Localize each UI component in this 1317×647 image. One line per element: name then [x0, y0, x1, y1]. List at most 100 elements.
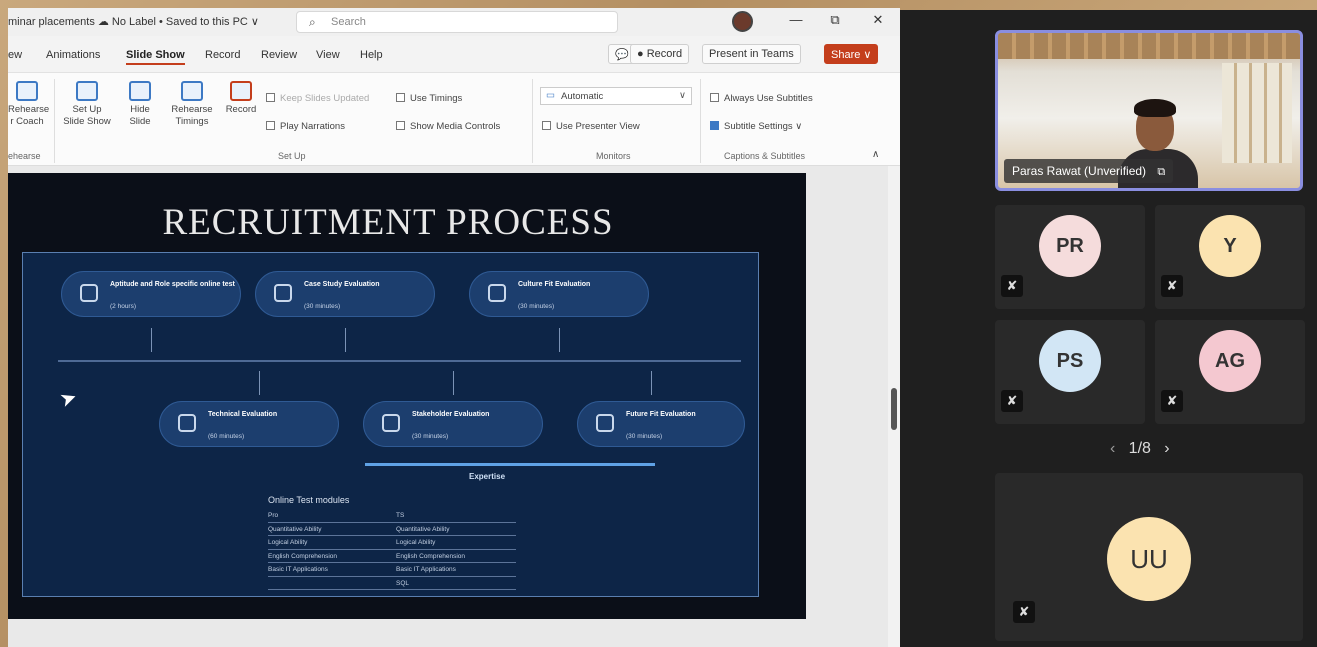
stage-duration: (30 minutes) — [518, 303, 555, 310]
record-slideshow-button[interactable]: Record — [220, 81, 262, 116]
table-cell: English Comprehension — [396, 552, 466, 560]
rehearse-icon — [16, 81, 38, 101]
hide-slide-button[interactable]: Hide Slide — [120, 81, 160, 128]
use-timings-checkbox[interactable]: Use Timings — [396, 93, 462, 104]
stage-title: Stakeholder Evaluation — [412, 411, 490, 418]
powerpoint-window: minar placements ☁ No Label • Saved to t… — [8, 8, 900, 647]
connector-line — [651, 371, 652, 395]
tab-view[interactable]: View — [316, 49, 340, 61]
rehearse-timings-button[interactable]: Rehearse Timings — [168, 81, 216, 128]
target-icon — [596, 414, 614, 432]
tab-view-partial[interactable]: ew — [8, 49, 22, 61]
gallery-pager: ‹ 1/8 › — [1110, 440, 1170, 458]
checkbox-icon — [710, 93, 719, 102]
document-title[interactable]: minar placements ☁ No Label • Saved to t… — [8, 15, 259, 28]
record-icon — [230, 81, 252, 101]
table-cell: TS — [396, 512, 405, 519]
subtitle-settings-label: Subtitle Settings ∨ — [724, 121, 803, 132]
slide-canvas[interactable]: RECRUITMENT PROCESS Aptitude and Role sp… — [8, 173, 806, 619]
stage-case-study: Case Study Evaluation (30 minutes) — [255, 271, 435, 317]
tab-help[interactable]: Help — [360, 49, 383, 61]
show-media-controls-checkbox[interactable]: Show Media Controls — [396, 121, 500, 132]
stage-duration: (30 minutes) — [304, 303, 341, 310]
use-presenter-view-checkbox[interactable]: Use Presenter View — [542, 121, 640, 132]
hide-slide-label: Hide Slide — [129, 104, 151, 127]
present-in-teams-button[interactable]: Present in Teams — [702, 44, 801, 64]
tab-review[interactable]: Review — [261, 49, 297, 61]
close-button[interactable]: ✕ — [868, 12, 888, 28]
table-row: Logical Ability Logical Ability — [268, 536, 516, 550]
always-use-subtitles-checkbox[interactable]: Always Use Subtitles — [710, 93, 813, 104]
tab-record[interactable]: Record — [205, 49, 240, 61]
always-use-subtitles-label: Always Use Subtitles — [724, 93, 813, 104]
setup-slideshow-label: Set Up Slide Show — [63, 104, 111, 127]
tab-slide-show[interactable]: Slide Show — [126, 49, 185, 65]
active-speaker-video[interactable]: Paras Rawat (Unverified) ⧉ — [995, 30, 1303, 191]
stage-title: Aptitude and Role specific online test — [110, 281, 235, 288]
stage-culture-fit: Culture Fit Evaluation (30 minutes) — [469, 271, 649, 317]
avatar: PR — [1039, 215, 1101, 277]
group-label-captions: Captions & Subtitles — [724, 151, 806, 161]
table-cell: English Comprehension — [268, 552, 338, 560]
video-background — [1222, 63, 1292, 163]
stage-title: Future Fit Evaluation — [626, 411, 696, 418]
search-input[interactable]: ⌕ Search — [296, 11, 618, 33]
avatar: AG — [1199, 330, 1261, 392]
chevron-left-icon[interactable]: ‹ — [1110, 440, 1115, 457]
avatar: Y — [1199, 215, 1261, 277]
ribbon-tabs: ew Animations Slide Show Record Review V… — [8, 44, 900, 70]
search-icon: ⌕ — [309, 15, 316, 29]
participant-tile[interactable]: AG ✘ — [1155, 320, 1305, 424]
table-cell: Logical Ability — [396, 539, 436, 546]
subtitle-settings-button[interactable]: Subtitle Settings ∨ — [710, 121, 802, 132]
table-row: Basic IT Applications Basic IT Applicatio… — [268, 563, 516, 577]
expertise-label: Expertise — [469, 472, 506, 481]
chevron-right-icon[interactable]: › — [1164, 440, 1169, 457]
table-cell: Logical Ability — [268, 539, 308, 546]
participant-tile[interactable]: PS ✘ — [995, 320, 1145, 424]
record-button[interactable]: ● Record — [630, 44, 690, 64]
monitor-select[interactable]: ▭ Automatic ∨ — [540, 87, 692, 105]
timeline-line — [58, 360, 741, 362]
restore-button[interactable]: ⧉ — [825, 12, 845, 28]
scrollbar-thumb[interactable] — [891, 388, 897, 430]
participant-tile[interactable]: Y ✘ — [1155, 205, 1305, 309]
play-narrations-checkbox[interactable]: Play Narrations — [266, 121, 345, 132]
stage-aptitude: Aptitude and Role specific online test (… — [61, 271, 241, 317]
people-icon — [80, 284, 98, 302]
page-indicator: 1/8 — [1128, 440, 1151, 457]
minimize-button[interactable]: — — [786, 12, 806, 27]
chart-icon — [274, 284, 292, 302]
group-label-rehearse: ehearse — [8, 151, 41, 161]
tab-animations[interactable]: Animations — [46, 49, 100, 61]
stage-duration: (30 minutes) — [412, 433, 449, 440]
group-label-monitors: Monitors — [596, 151, 631, 161]
setup-slideshow-button[interactable]: Set Up Slide Show — [60, 81, 114, 128]
connector-line — [559, 328, 560, 352]
table-cell: Pro — [268, 512, 279, 519]
table-row: Quantitative Ability Quantitative Ability — [268, 523, 516, 536]
ribbon-separator — [532, 79, 533, 163]
slide-title: RECRUITMENT PROCESS — [162, 202, 614, 243]
mic-off-icon: ✘ — [1013, 601, 1035, 623]
ribbon-separator — [700, 79, 701, 163]
keep-slides-updated-label: Keep Slides Updated — [280, 93, 370, 104]
table-title: Online Test modules — [268, 495, 350, 505]
connector-line — [453, 371, 454, 395]
mic-off-icon: ✘ — [1001, 275, 1023, 297]
participant-tile[interactable]: PR ✘ — [995, 205, 1145, 309]
setup-slideshow-icon — [76, 81, 98, 101]
chevron-down-icon: ∨ — [679, 90, 686, 101]
stage-duration: (2 hours) — [110, 303, 137, 310]
hide-slide-icon — [129, 81, 151, 101]
table-cell: SQL — [396, 579, 410, 587]
account-avatar[interactable] — [732, 11, 753, 32]
keep-slides-updated-checkbox[interactable]: Keep Slides Updated — [266, 93, 369, 104]
collapse-ribbon-button[interactable]: ∧ — [872, 149, 879, 160]
share-button[interactable]: Share ∨ — [824, 44, 879, 64]
expertise-bar — [365, 463, 655, 466]
participant-tile[interactable]: UU ✘ — [995, 473, 1303, 641]
stage-stakeholder: Stakeholder Evaluation (30 minutes) — [363, 401, 543, 447]
rehearse-coach-button[interactable]: Rehearse r Coach — [8, 81, 49, 128]
stage-duration: (60 minutes) — [208, 433, 245, 440]
